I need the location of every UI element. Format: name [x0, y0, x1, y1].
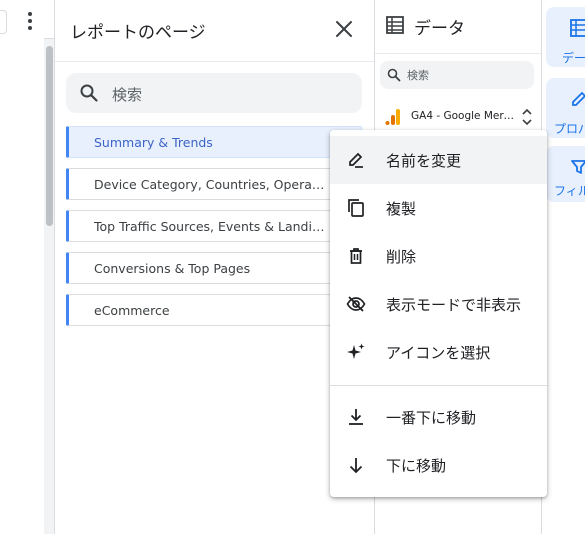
menu-item-label: 下に移動 — [386, 457, 447, 475]
menu-item-label: アイコンを選択 — [386, 344, 491, 362]
rail-tab-label: プロパティ — [554, 122, 585, 136]
table-icon — [570, 19, 585, 41]
menu-item-delete[interactable]: 削除 — [330, 232, 547, 280]
canvas-toolbar — [0, 0, 54, 39]
rail-tab-data[interactable]: データ — [546, 7, 585, 67]
report-canvas — [0, 38, 44, 534]
rename-icon — [346, 150, 366, 170]
page-item-conversions[interactable]: Conversions & Top Pages — [66, 252, 362, 284]
move-to-bottom-icon — [346, 407, 366, 427]
arrow-down-icon — [346, 455, 366, 475]
menu-item-label: 表示モードで非表示 — [386, 296, 522, 314]
rail-tab-label: データ — [562, 51, 585, 65]
page-item-label: eCommerce — [94, 303, 170, 318]
menu-item-rename[interactable]: 名前を変更 — [330, 136, 547, 184]
page-context-menu: 名前を変更 複製 削除 表示モードで非表示 アイコンを選択 一番下に移動 下に移… — [330, 130, 547, 497]
page-item-label: Top Traffic Sources, Events & Landing Pa… — [94, 219, 329, 234]
rail-tab-label: フィルタ — [554, 184, 585, 198]
toolbar-input-stub[interactable] — [0, 10, 7, 34]
menu-divider — [330, 385, 547, 386]
data-panel-title: データ — [414, 19, 465, 39]
menu-item-label: 名前を変更 — [386, 152, 462, 170]
search-placeholder: 検索 — [112, 86, 143, 104]
menu-item-move-to-bottom[interactable]: 一番下に移動 — [330, 393, 547, 441]
page-item-top-traffic-sources[interactable]: Top Traffic Sources, Events & Landing Pa… — [66, 210, 362, 242]
duplicate-icon — [346, 198, 366, 218]
close-icon[interactable] — [333, 18, 355, 40]
page-item-ecommerce[interactable]: eCommerce — [66, 294, 362, 326]
analytics-icon — [384, 108, 402, 130]
menu-item-label: 一番下に移動 — [386, 409, 477, 427]
menu-item-label: 削除 — [386, 248, 417, 266]
page-item-label: Conversions & Top Pages — [94, 261, 251, 276]
search-icon — [79, 83, 99, 107]
expand-collapse-icon[interactable] — [521, 108, 533, 130]
menu-item-choose-icon[interactable]: アイコンを選択 — [330, 328, 547, 376]
right-rail: データ プロパティ フィルタ — [542, 0, 585, 534]
divider — [375, 53, 541, 54]
page-item-label: Summary & Trends — [94, 135, 213, 150]
search-placeholder: 検索 — [407, 69, 429, 82]
page-item-summary-trends[interactable]: Summary & Trends — [66, 126, 362, 158]
page-item-label: Device Category, Countries, Operating Sy… — [94, 177, 329, 192]
sparkle-icon — [346, 342, 366, 362]
vertical-scrollbar[interactable] — [46, 46, 53, 226]
rail-tab-properties[interactable]: プロパティ — [546, 78, 585, 138]
more-options-icon[interactable] — [25, 12, 35, 32]
visibility-off-icon — [346, 294, 366, 314]
search-icon — [387, 67, 401, 86]
divider — [55, 61, 374, 62]
menu-item-move-down[interactable]: 下に移動 — [330, 441, 547, 489]
data-source-name[interactable]: GA4 - Google Merchandise Store — [411, 110, 519, 122]
menu-item-duplicate[interactable]: 複製 — [330, 184, 547, 232]
menu-item-hide-in-view-mode[interactable]: 表示モードで非表示 — [330, 280, 547, 328]
data-search-input[interactable]: 検索 — [380, 61, 534, 89]
delete-icon — [346, 246, 366, 266]
table-icon — [385, 15, 405, 39]
menu-item-label: 複製 — [386, 200, 417, 218]
page-item-device-category[interactable]: Device Category, Countries, Operating Sy… — [66, 168, 362, 200]
panel-title: レポートのページ — [70, 23, 206, 43]
page-search-input[interactable]: 検索 — [66, 73, 362, 113]
rail-tab-filter[interactable]: フィルタ — [546, 146, 585, 202]
pencil-icon — [570, 90, 585, 112]
filter-icon — [570, 158, 585, 180]
report-pages-panel: レポートのページ 検索 Summary & Trends Device Cate… — [55, 0, 375, 534]
